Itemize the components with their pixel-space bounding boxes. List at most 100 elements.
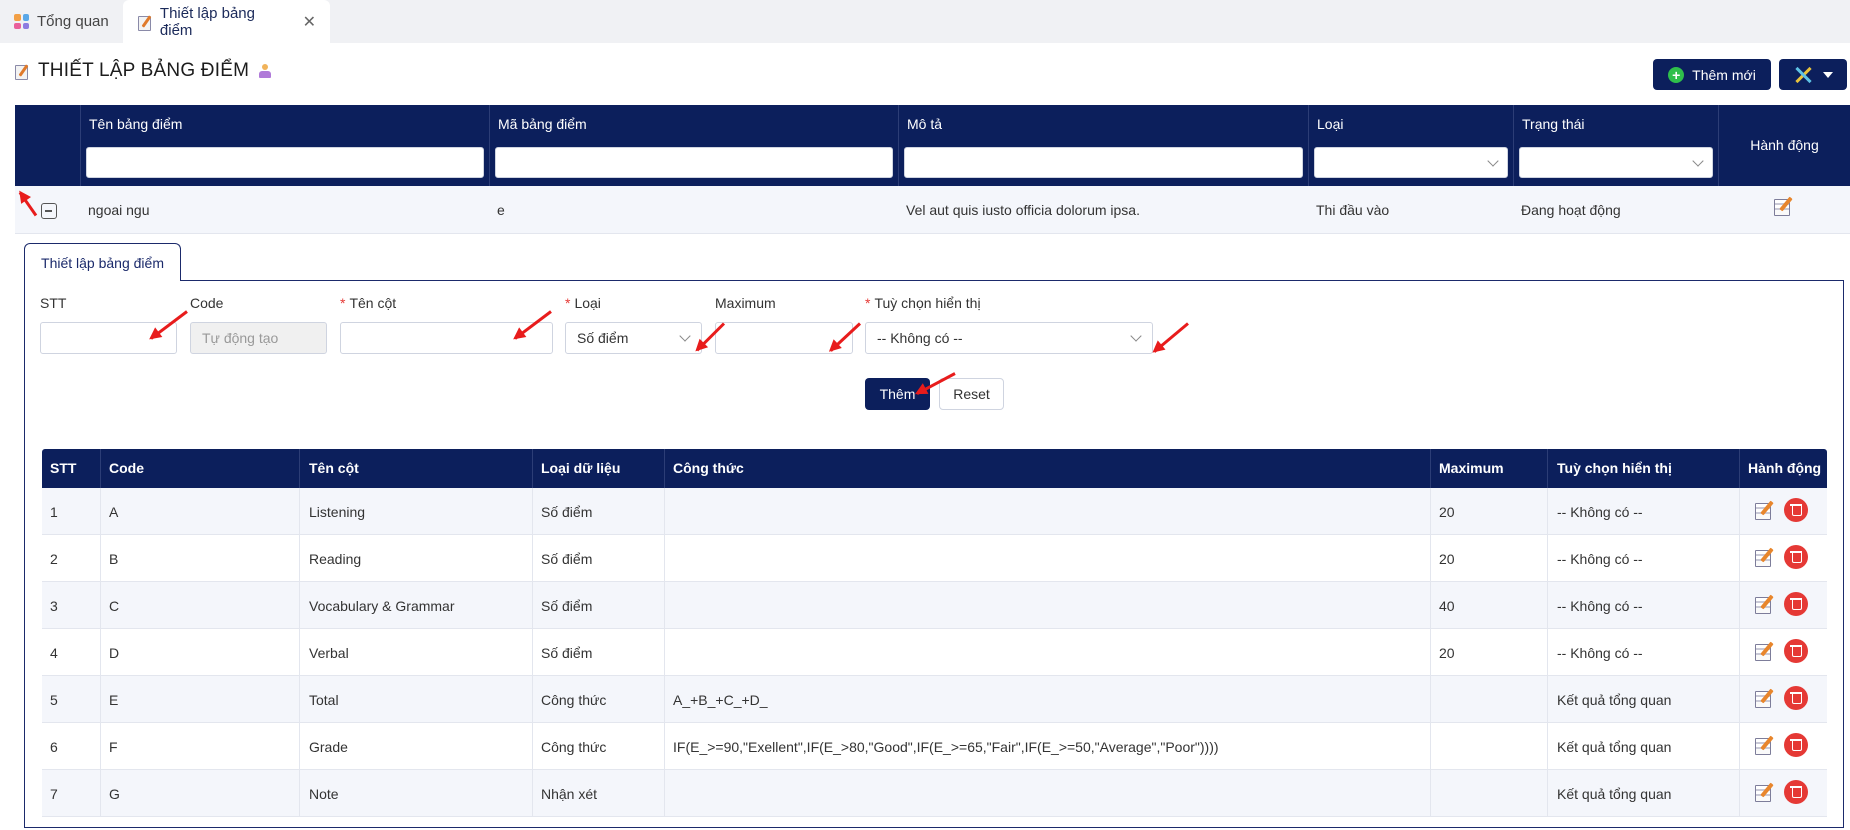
tools-menu-button[interactable] [1779,59,1847,90]
col-header: Công thức [673,460,744,476]
type-select[interactable]: Số điểm [565,322,702,354]
col-header: Maximum [1439,460,1504,476]
cell-code: D [109,645,120,661]
delete-icon[interactable] [1784,733,1808,757]
column-divider [1739,535,1740,582]
column-divider [664,723,665,770]
column-divider [664,488,665,535]
cell-code: C [109,598,120,614]
reset-button[interactable]: Reset [939,378,1004,410]
filter-name-input[interactable] [86,147,484,178]
filter-type-select[interactable] [1314,147,1508,178]
edit-icon[interactable] [1773,196,1793,216]
column-divider [664,629,665,676]
memo-icon [14,63,30,80]
tab-scoreboard-setup[interactable]: Thiết lập bảng điểm ✕ [123,0,330,43]
display-option-select[interactable]: -- Không có -- [865,322,1153,354]
column-divider [100,582,101,629]
memo-icon [137,14,152,31]
cell-max: 20 [1439,645,1455,661]
filter-code-input[interactable] [495,147,893,178]
delete-icon[interactable] [1784,639,1808,663]
cell-max: 20 [1439,504,1455,520]
code-input: Tự động tạo [190,322,327,354]
column-divider [299,535,300,582]
column-divider [532,676,533,723]
delete-icon[interactable] [1784,686,1808,710]
delete-icon[interactable] [1784,498,1808,522]
code-label: Code [190,295,224,311]
column-divider [664,770,665,817]
cell-name: Note [309,786,339,802]
score-columns-header: STT Code Tên cột Loại dữ liệu Công thức … [42,449,1827,488]
cell-name: Grade [309,739,348,755]
column-divider [100,629,101,676]
row-type: Thi đầu vào [1316,202,1390,218]
row-actions [1754,733,1808,757]
stt-label: STT [40,295,67,311]
filter-status-select[interactable] [1519,147,1713,178]
edit-icon[interactable] [1754,547,1774,567]
column-divider [664,676,665,723]
header-name-col: Tên bảng điểm [80,105,489,186]
cell-display: Kết quả tổng quan [1557,739,1672,755]
column-divider [100,488,101,535]
cell-name: Total [309,692,339,708]
cell-stt: 3 [50,598,58,614]
detail-tab-label: Thiết lập bảng điểm [41,254,164,271]
row-actions [1754,780,1808,804]
column-divider [1547,582,1548,629]
user-icon [257,63,273,79]
collapse-icon[interactable] [41,203,57,219]
cell-type: Số điểm [541,504,593,520]
row-status: Đang hoạt động [1521,202,1621,218]
add-new-button[interactable]: + Thêm mới [1653,59,1771,90]
cell-name: Verbal [309,645,349,661]
column-divider [1547,723,1548,770]
edit-icon[interactable] [1754,735,1774,755]
table-row: 3 C Vocabulary & Grammar Số điểm 40 -- Không … [42,582,1827,629]
tab-scoreboard-detail[interactable]: Thiết lập bảng điểm [24,243,181,281]
cell-display: -- Không có -- [1557,551,1643,567]
main-table-header: Tên bảng điểm Mã bảng điểm Mô tả Loại Tr… [15,105,1850,186]
column-name-label-text: Tên cột [349,295,397,311]
column-name-label: * Tên cột [340,295,396,311]
filter-desc-input[interactable] [904,147,1303,178]
column-divider [1430,723,1431,770]
edit-icon[interactable] [1754,641,1774,661]
row-code: e [497,202,505,218]
edit-icon[interactable] [1754,782,1774,802]
header-desc-col: Mô tả [898,105,1308,186]
cell-max: 20 [1439,551,1455,567]
tab-overview[interactable]: Tổng quan [0,0,123,43]
column-divider [100,770,101,817]
display-option-label: * Tuỳ chọn hiển thị [865,295,981,311]
column-divider [532,535,533,582]
edit-icon[interactable] [1754,594,1774,614]
column-divider [664,582,665,629]
header-label: Mô tả [907,116,943,132]
edit-icon[interactable] [1754,688,1774,708]
close-icon[interactable]: ✕ [303,12,316,32]
cell-code: B [109,551,119,567]
cell-display: Kết quả tổng quan [1557,786,1672,802]
edit-icon[interactable] [1754,500,1774,520]
cell-formula: IF(E_>=90,"Exellent",IF(E_>80,"Good",IF(… [673,739,1219,755]
delete-icon[interactable] [1784,780,1808,804]
column-divider [1547,676,1548,723]
tools-icon [1793,65,1813,85]
type-label: * Loại [565,295,601,311]
col-header: Tuỳ chọn hiển thị [1557,460,1672,476]
column-divider [1739,770,1740,817]
row-actions [1754,545,1808,569]
header-label: Mã bảng điểm [498,116,587,132]
column-divider [1739,582,1740,629]
cell-type: Số điểm [541,551,593,567]
column-divider [532,488,533,535]
column-divider [299,629,300,676]
cell-display: Kết quả tổng quan [1557,692,1672,708]
score-columns-table: STT Code Tên cột Loại dữ liệu Công thức … [42,449,1827,817]
table-row[interactable]: ngoai ngu e Vel aut quis iusto officia d… [15,186,1850,234]
delete-icon[interactable] [1784,545,1808,569]
delete-icon[interactable] [1784,592,1808,616]
